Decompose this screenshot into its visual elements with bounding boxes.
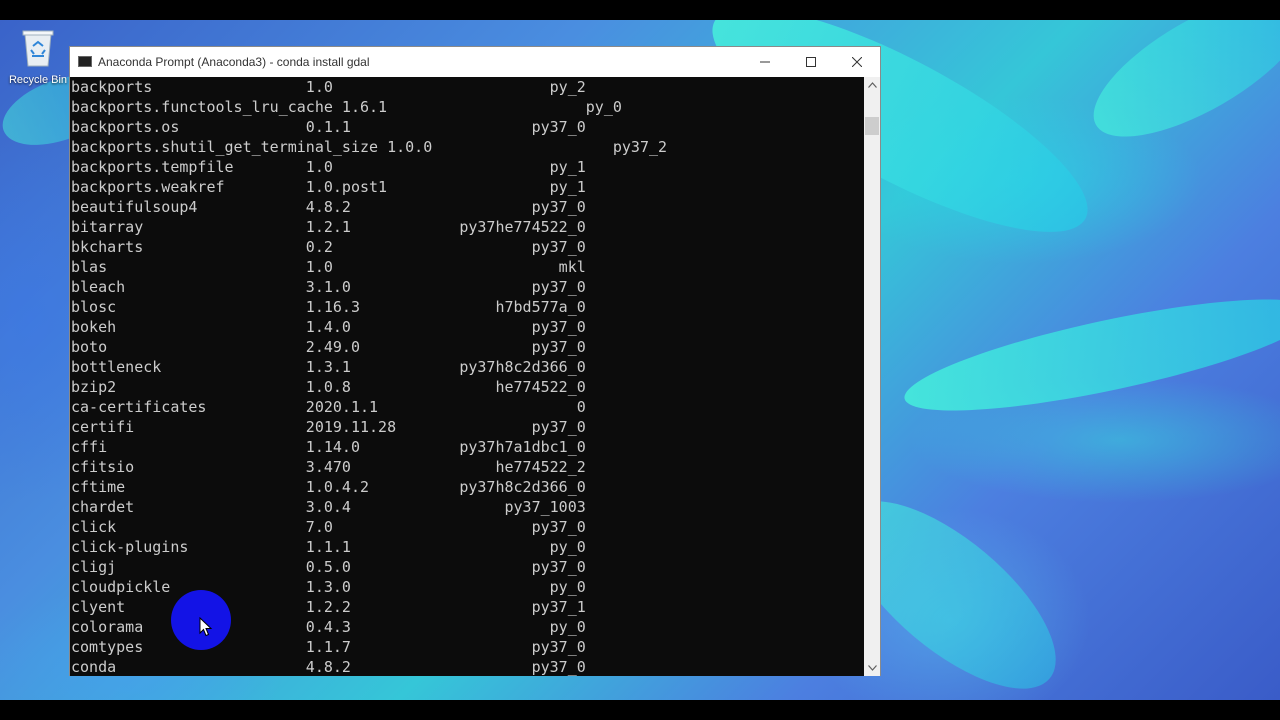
console-line: bleach 3.1.0 py37_0: [71, 278, 586, 296]
console-line: ca-certificates 2020.1.1 0: [71, 398, 586, 416]
close-icon: [852, 57, 862, 67]
console-line: backports.os 0.1.1 py37_0: [71, 118, 586, 136]
window-title: Anaconda Prompt (Anaconda3) - conda inst…: [98, 55, 370, 69]
console-line: cligj 0.5.0 py37_0: [71, 558, 586, 576]
title-bar[interactable]: Anaconda Prompt (Anaconda3) - conda inst…: [70, 47, 880, 77]
close-button[interactable]: [834, 47, 880, 77]
chevron-up-icon: [867, 82, 877, 88]
maximize-icon: [806, 57, 816, 67]
console-line: colorama 0.4.3 py_0: [71, 618, 586, 636]
scroll-down-button[interactable]: [864, 660, 880, 676]
console-line: bkcharts 0.2 py37_0: [71, 238, 586, 256]
console-line: click-plugins 1.1.1 py_0: [71, 538, 586, 556]
console-icon: [78, 56, 92, 67]
recycle-bin-label: Recycle Bin: [8, 74, 68, 86]
console-line: blas 1.0 mkl: [71, 258, 586, 276]
console-line: backports 1.0 py_2: [71, 78, 586, 96]
recycle-bin-icon: [21, 28, 55, 68]
console-line: bzip2 1.0.8 he774522_0: [71, 378, 586, 396]
console-line: backports.functools_lru_cache 1.6.1 py_0: [71, 98, 622, 116]
console-line: cloudpickle 1.3.0 py_0: [71, 578, 586, 596]
console-output[interactable]: backports 1.0 py_2 backports.functools_l…: [70, 77, 864, 676]
wallpaper-river-shape: [1073, 20, 1280, 164]
chevron-down-icon: [867, 665, 877, 671]
console-line: conda 4.8.2 py37_0: [71, 658, 586, 676]
console-line: cffi 1.14.0 py37h7a1dbc1_0: [71, 438, 586, 456]
console-line: bokeh 1.4.0 py37_0: [71, 318, 586, 336]
console-line: cftime 1.0.4.2 py37h8c2d366_0: [71, 478, 586, 496]
vertical-scrollbar[interactable]: [864, 77, 880, 676]
scroll-up-button[interactable]: [864, 77, 880, 93]
console-line: backports.shutil_get_terminal_size 1.0.0…: [71, 138, 668, 156]
console-line: bitarray 1.2.1 py37he774522_0: [71, 218, 586, 236]
console-text: backports 1.0 py_2 backports.functools_l…: [71, 77, 667, 676]
anaconda-prompt-window: Anaconda Prompt (Anaconda3) - conda inst…: [69, 46, 881, 676]
maximize-button[interactable]: [788, 47, 834, 77]
minimize-icon: [760, 61, 770, 63]
console-line: chardet 3.0.4 py37_1003: [71, 498, 586, 516]
recycle-bin-shortcut[interactable]: Recycle Bin: [8, 28, 68, 86]
scrollbar-thumb[interactable]: [865, 117, 879, 135]
console-line: boto 2.49.0 py37_0: [71, 338, 586, 356]
console-line: click 7.0 py37_0: [71, 518, 586, 536]
mouse-pointer-icon: [199, 616, 213, 642]
minimize-button[interactable]: [742, 47, 788, 77]
console-line: comtypes 1.1.7 py37_0: [71, 638, 586, 656]
console-line: backports.tempfile 1.0 py_1: [71, 158, 586, 176]
wallpaper-river-shape: [897, 277, 1280, 433]
console-line: clyent 1.2.2 py37_1: [71, 598, 586, 616]
console-line: beautifulsoup4 4.8.2 py37_0: [71, 198, 586, 216]
console-line: blosc 1.16.3 h7bd577a_0: [71, 298, 586, 316]
console-line: bottleneck 1.3.1 py37h8c2d366_0: [71, 358, 586, 376]
console-line: certifi 2019.11.28 py37_0: [71, 418, 586, 436]
console-line: cfitsio 3.470 he774522_2: [71, 458, 586, 476]
console-line: backports.weakref 1.0.post1 py_1: [71, 178, 586, 196]
